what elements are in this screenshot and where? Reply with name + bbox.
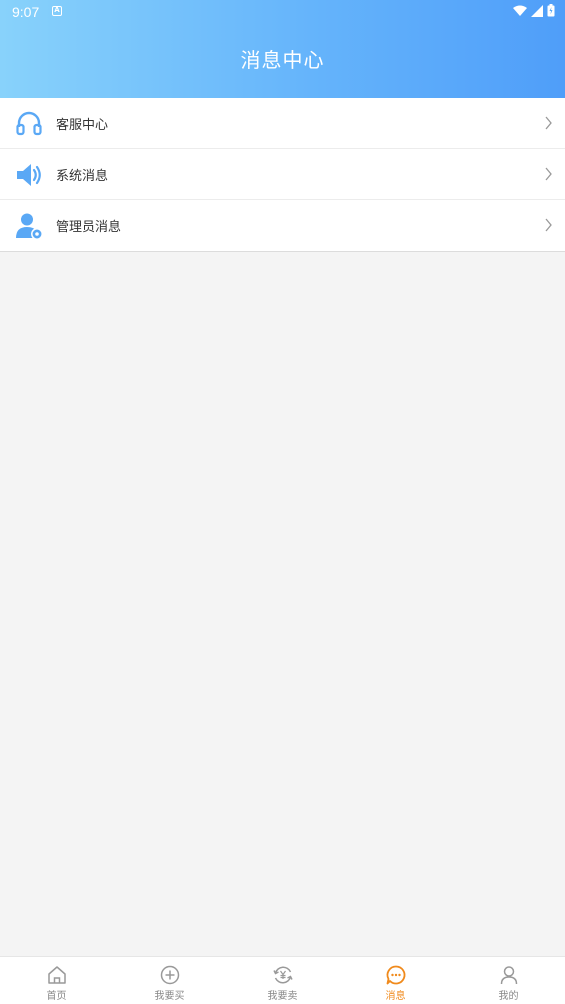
tab-label: 我的 xyxy=(498,991,519,1002)
notification-icon: A xyxy=(52,6,62,16)
tab-label: 消息 xyxy=(385,991,406,1002)
tab-home[interactable]: 首页 xyxy=(0,957,113,1004)
signal-icon xyxy=(531,4,543,17)
chevron-right-icon xyxy=(545,116,552,130)
admin-user-icon xyxy=(16,213,43,240)
tab-messages[interactable]: 消息 xyxy=(339,957,452,1004)
tab-sell[interactable]: 我要卖 xyxy=(226,957,339,1004)
bottom-tab-bar: 首页 我要买 我要卖 消息 我的 xyxy=(0,956,565,1004)
status-time: 9:07 xyxy=(12,4,40,20)
status-icons xyxy=(513,4,555,17)
menu-item-admin-messages[interactable]: 管理员消息 xyxy=(0,200,565,251)
speaker-icon xyxy=(17,164,41,186)
headset-icon xyxy=(16,111,42,136)
menu-item-system-messages[interactable]: 系统消息 xyxy=(0,149,565,200)
page-title: 消息中心 xyxy=(240,48,325,72)
message-menu: 客服中心 系统消息 管理员消息 xyxy=(0,98,565,252)
menu-item-customer-service[interactable]: 客服中心 xyxy=(0,98,565,149)
home-icon xyxy=(47,966,66,984)
tab-profile[interactable]: 我的 xyxy=(452,957,565,1004)
menu-item-label: 管理员消息 xyxy=(56,220,122,235)
yen-cycle-icon xyxy=(272,966,293,984)
battery-icon xyxy=(547,4,555,17)
wifi-icon xyxy=(513,5,527,16)
tab-label: 我要卖 xyxy=(267,991,298,1002)
tab-label: 首页 xyxy=(46,991,67,1002)
chat-bubble-icon xyxy=(386,965,405,985)
menu-item-label: 系统消息 xyxy=(56,169,109,184)
tab-label: 我要买 xyxy=(154,991,185,1002)
chevron-right-icon xyxy=(545,218,552,232)
person-icon xyxy=(500,966,517,985)
plus-circle-icon xyxy=(160,965,179,985)
tab-buy[interactable]: 我要买 xyxy=(113,957,226,1004)
header: 9:07 A 消息中心 xyxy=(0,0,565,98)
status-bar: 9:07 A xyxy=(0,0,565,24)
menu-item-label: 客服中心 xyxy=(56,118,109,133)
chevron-right-icon xyxy=(545,167,552,181)
